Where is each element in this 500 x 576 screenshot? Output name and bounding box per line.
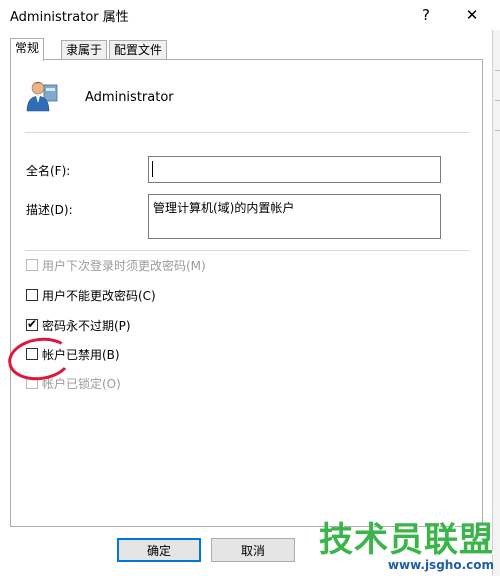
help-button[interactable]: ? — [403, 0, 449, 30]
description-input[interactable]: 管理计算机(域)的内置帐户 — [148, 194, 441, 239]
cancel-button[interactable]: 取消 — [211, 538, 295, 562]
tab-panel-general: Administrator 全名(F): 描述(D): 管理计算机(域)的内置帐… — [10, 59, 483, 527]
description-value: 管理计算机(域)的内置帐户 — [153, 201, 295, 215]
watermark-url: www.jsgho.com — [387, 558, 494, 572]
text-caret — [152, 161, 153, 177]
close-button[interactable]: ✕ — [449, 0, 495, 30]
separator — [25, 132, 469, 133]
help-icon: ? — [422, 6, 430, 24]
checkbox-label: 用户不能更改密码(C) — [42, 288, 156, 303]
tab-profile[interactable]: 配置文件 — [109, 40, 168, 60]
watermark-brand: 技术员联盟 — [319, 520, 494, 560]
user-name: Administrator — [85, 90, 174, 105]
full-name-label: 全名(F): — [26, 164, 71, 178]
ok-button[interactable]: 确定 — [117, 538, 201, 562]
separator — [25, 250, 469, 251]
checkbox-label: 用户下次登录时须更改密码(M) — [42, 258, 206, 273]
option-must-change-password: 用户下次登录时须更改密码(M) — [26, 257, 206, 273]
full-name-input[interactable] — [148, 156, 441, 183]
check-icon: ✔ — [27, 317, 38, 331]
user-icon — [26, 81, 58, 112]
description-label: 描述(D): — [26, 203, 73, 217]
tab-general[interactable]: 常规 — [10, 38, 45, 61]
checkbox — [26, 259, 38, 271]
window-title: Administrator 属性 — [10, 10, 129, 25]
option-password-never-expires[interactable]: ✔ 密码永不过期(P) — [26, 317, 131, 333]
checkbox-checked[interactable]: ✔ — [26, 317, 38, 331]
checkbox-label: 帐户已锁定(O) — [42, 376, 121, 391]
tab-member-of[interactable]: 隶属于 — [61, 40, 108, 60]
checkbox-label: 密码永不过期(P) — [42, 318, 131, 333]
checkbox[interactable] — [26, 289, 38, 301]
close-icon: ✕ — [465, 6, 479, 24]
background-window-edge — [492, 30, 500, 576]
title-bar: Administrator 属性 ? ✕ — [0, 0, 500, 30]
option-cannot-change-password[interactable]: 用户不能更改密码(C) — [26, 287, 156, 303]
watermark: 技术员联盟 www.jsgho.com — [319, 522, 494, 572]
